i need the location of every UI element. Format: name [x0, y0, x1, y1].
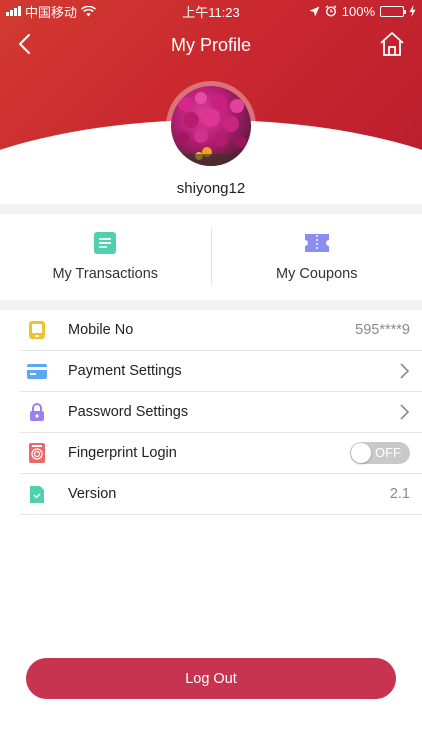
- row-label: Version: [68, 486, 117, 502]
- log-out-button[interactable]: Log Out: [26, 658, 396, 699]
- status-bar: 中国移动 上午11:23 100%: [0, 0, 422, 22]
- chevron-right-icon: [400, 363, 410, 379]
- status-time: 上午11:23: [182, 4, 240, 20]
- quick-actions: My Transactions My Coupons: [0, 214, 422, 300]
- mobile-number-value: 595****9: [355, 322, 410, 338]
- settings-row-fingerprint: Fingerprint Login OFF: [20, 433, 422, 474]
- settings-row-mobile[interactable]: Mobile No 595****9: [20, 310, 422, 351]
- nav-bar: My Profile: [0, 22, 422, 68]
- settings-list: Mobile No 595****9 Payment Settings Pass…: [20, 310, 422, 515]
- my-coupons-label: My Coupons: [276, 266, 358, 282]
- signal-icon: [6, 6, 21, 16]
- battery-icon: [380, 5, 406, 17]
- carrier-label: 中国移动: [25, 4, 78, 20]
- battery-percent: 100%: [341, 3, 375, 19]
- avatar-frame[interactable]: [166, 81, 256, 171]
- section-divider: [0, 204, 422, 214]
- alarm-icon: [325, 5, 337, 17]
- my-transactions-label: My Transactions: [52, 266, 159, 282]
- username: shiyong12: [176, 180, 246, 197]
- wifi-icon: [81, 5, 96, 16]
- toggle-knob: [351, 443, 371, 463]
- chevron-right-icon: [400, 404, 410, 420]
- fingerprint-icon: [26, 442, 48, 464]
- row-label: Password Settings: [68, 404, 189, 420]
- avatar-flowers-image: [171, 92, 251, 166]
- ticket-icon: [304, 234, 329, 252]
- settings-row-payment[interactable]: Payment Settings: [20, 351, 422, 392]
- row-label: Payment Settings: [68, 363, 182, 379]
- section-divider: [0, 300, 422, 310]
- back-icon[interactable]: [14, 32, 38, 56]
- row-label: Fingerprint Login: [68, 445, 177, 461]
- fingerprint-toggle[interactable]: OFF: [350, 442, 410, 464]
- toggle-state: OFF: [375, 445, 401, 460]
- page-title: My Profile: [170, 34, 251, 55]
- version-value: 2.1: [389, 486, 410, 502]
- home-icon[interactable]: [378, 30, 406, 58]
- charging-icon: [409, 5, 416, 17]
- my-transactions-button[interactable]: My Transactions: [0, 214, 211, 300]
- my-coupons-button[interactable]: My Coupons: [212, 214, 422, 300]
- phone-icon: [26, 319, 48, 341]
- lock-icon: [26, 401, 48, 423]
- avatar[interactable]: [171, 86, 251, 166]
- file-icon: [26, 483, 48, 505]
- document-icon: [94, 232, 117, 254]
- settings-row-password[interactable]: Password Settings: [20, 392, 422, 433]
- card-icon: [26, 360, 48, 382]
- row-label: Mobile No: [68, 322, 134, 338]
- location-arrow-icon: [309, 6, 320, 16]
- settings-row-version: Version 2.1: [20, 474, 422, 515]
